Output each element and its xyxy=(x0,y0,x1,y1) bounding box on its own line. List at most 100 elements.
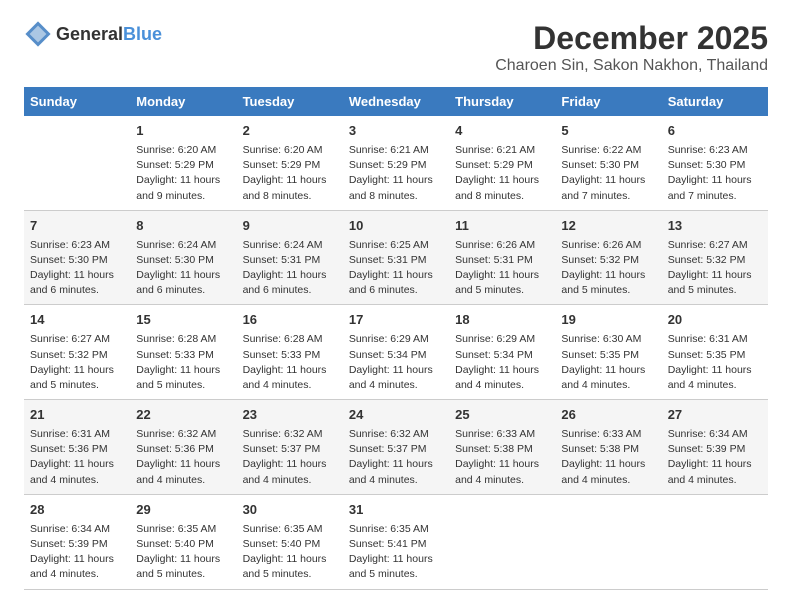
sub-title: Charoen Sin, Sakon Nakhon, Thailand xyxy=(495,57,768,75)
cell-text: Daylight: 11 hours and 4 minutes. xyxy=(455,363,549,393)
cell-text: Sunset: 5:30 PM xyxy=(668,158,762,173)
cell-2-1: 15Sunrise: 6:28 AMSunset: 5:33 PMDayligh… xyxy=(130,305,236,400)
logo-icon xyxy=(24,20,52,48)
header-row: SundayMondayTuesdayWednesdayThursdayFrid… xyxy=(24,87,768,116)
cell-text: Sunrise: 6:31 AM xyxy=(668,332,762,347)
cell-1-0: 7Sunrise: 6:23 AMSunset: 5:30 PMDaylight… xyxy=(24,210,130,305)
cell-text: Sunrise: 6:35 AM xyxy=(243,522,337,537)
cell-text: Daylight: 11 hours and 5 minutes. xyxy=(561,268,655,298)
cell-text: Sunset: 5:30 PM xyxy=(136,253,230,268)
day-number: 28 xyxy=(30,501,124,520)
cell-text: Sunset: 5:38 PM xyxy=(561,442,655,457)
cell-text: Sunset: 5:34 PM xyxy=(349,348,443,363)
cell-text: Sunrise: 6:32 AM xyxy=(349,427,443,442)
cell-1-3: 10Sunrise: 6:25 AMSunset: 5:31 PMDayligh… xyxy=(343,210,449,305)
cell-text: Sunrise: 6:24 AM xyxy=(243,238,337,253)
cell-text: Sunrise: 6:33 AM xyxy=(455,427,549,442)
cell-text: Sunrise: 6:24 AM xyxy=(136,238,230,253)
cell-text: Daylight: 11 hours and 5 minutes. xyxy=(136,363,230,393)
day-number: 24 xyxy=(349,406,443,425)
cell-text: Sunset: 5:36 PM xyxy=(30,442,124,457)
cell-4-5 xyxy=(555,494,661,589)
cell-text: Sunrise: 6:27 AM xyxy=(30,332,124,347)
calendar-table: SundayMondayTuesdayWednesdayThursdayFrid… xyxy=(24,87,768,590)
cell-text: Sunset: 5:40 PM xyxy=(243,537,337,552)
cell-3-5: 26Sunrise: 6:33 AMSunset: 5:38 PMDayligh… xyxy=(555,400,661,495)
day-number: 4 xyxy=(455,122,549,141)
cell-text: Daylight: 11 hours and 5 minutes. xyxy=(136,552,230,582)
cell-text: Sunrise: 6:20 AM xyxy=(136,143,230,158)
cell-text: Sunset: 5:40 PM xyxy=(136,537,230,552)
cell-text: Daylight: 11 hours and 4 minutes. xyxy=(455,457,549,487)
week-row-0: 1Sunrise: 6:20 AMSunset: 5:29 PMDaylight… xyxy=(24,116,768,210)
cell-text: Daylight: 11 hours and 4 minutes. xyxy=(561,457,655,487)
cell-3-3: 24Sunrise: 6:32 AMSunset: 5:37 PMDayligh… xyxy=(343,400,449,495)
week-row-3: 21 Sunrise: 6:31 AMSunset: 5:36 PM Dayligh… xyxy=(24,400,768,495)
day-number: 13 xyxy=(668,217,762,236)
cell-4-0: 28Sunrise: 6:34 AMSunset: 5:39 PMDayligh… xyxy=(24,494,130,589)
cell-text: Daylight: 11 hours and 4 minutes. xyxy=(349,363,443,393)
cell-0-2: 2Sunrise: 6:20 AMSunset: 5:29 PMDaylight… xyxy=(237,116,343,210)
cell-text: Daylight: 11 hours and 8 minutes. xyxy=(455,173,549,203)
cell-2-0: 14Sunrise: 6:27 AMSunset: 5:32 PMDayligh… xyxy=(24,305,130,400)
day-number: 7 xyxy=(30,217,124,236)
cell-text: Sunrise: 6:25 AM xyxy=(349,238,443,253)
day-number: 17 xyxy=(349,311,443,330)
cell-4-1: 29Sunrise: 6:35 AMSunset: 5:40 PMDayligh… xyxy=(130,494,236,589)
cell-text: Daylight: 11 hours and 4 minutes. xyxy=(668,457,762,487)
cell-0-0 xyxy=(24,116,130,210)
day-number: 18 xyxy=(455,311,549,330)
cell-text: Daylight: 11 hours and 4 minutes. xyxy=(243,457,337,487)
header-thursday: Thursday xyxy=(449,87,555,116)
cell-3-6: 27Sunrise: 6:34 AMSunset: 5:39 PMDayligh… xyxy=(662,400,768,495)
cell-text: Sunrise: 6:20 AM xyxy=(243,143,337,158)
cell-0-6: 6Sunrise: 6:23 AMSunset: 5:30 PMDaylight… xyxy=(662,116,768,210)
cell-4-4 xyxy=(449,494,555,589)
cell-0-1: 1Sunrise: 6:20 AMSunset: 5:29 PMDaylight… xyxy=(130,116,236,210)
cell-2-5: 19Sunrise: 6:30 AMSunset: 5:35 PMDayligh… xyxy=(555,305,661,400)
cell-text: Sunset: 5:30 PM xyxy=(561,158,655,173)
cell-text: Sunrise: 6:34 AM xyxy=(668,427,762,442)
header-saturday: Saturday xyxy=(662,87,768,116)
cell-4-6 xyxy=(662,494,768,589)
day-number: 25 xyxy=(455,406,549,425)
day-number: 11 xyxy=(455,217,549,236)
cell-text: Sunset: 5:29 PM xyxy=(349,158,443,173)
logo-general: GeneralBlue xyxy=(56,24,162,45)
cell-text: Sunset: 5:35 PM xyxy=(668,348,762,363)
day-number: 20 xyxy=(668,311,762,330)
cell-3-4: 25Sunrise: 6:33 AMSunset: 5:38 PMDayligh… xyxy=(449,400,555,495)
day-number: 31 xyxy=(349,501,443,520)
day-number: 9 xyxy=(243,217,337,236)
cell-text: Sunrise: 6:30 AM xyxy=(561,332,655,347)
header: GeneralBlue December 2025 Charoen Sin, S… xyxy=(24,20,768,75)
cell-2-4: 18Sunrise: 6:29 AMSunset: 5:34 PMDayligh… xyxy=(449,305,555,400)
cell-text: Daylight: 11 hours and 5 minutes. xyxy=(30,363,124,393)
cell-text: Sunrise: 6:22 AM xyxy=(561,143,655,158)
header-sunday: Sunday xyxy=(24,87,130,116)
day-number: 21 xyxy=(30,406,124,425)
week-row-4: 28Sunrise: 6:34 AMSunset: 5:39 PMDayligh… xyxy=(24,494,768,589)
cell-text: Sunrise: 6:31 AM xyxy=(30,427,124,442)
cell-text: Daylight: 11 hours and 4 minutes. xyxy=(136,457,230,487)
cell-1-1: 8Sunrise: 6:24 AMSunset: 5:30 PMDaylight… xyxy=(130,210,236,305)
cell-1-2: 9Sunrise: 6:24 AMSunset: 5:31 PMDaylight… xyxy=(237,210,343,305)
cell-text: Sunrise: 6:21 AM xyxy=(455,143,549,158)
header-tuesday: Tuesday xyxy=(237,87,343,116)
cell-text: Sunrise: 6:21 AM xyxy=(349,143,443,158)
cell-text: Daylight: 11 hours and 5 minutes. xyxy=(455,268,549,298)
cell-text: Sunset: 5:29 PM xyxy=(136,158,230,173)
day-number: 29 xyxy=(136,501,230,520)
cell-text: Sunset: 5:29 PM xyxy=(243,158,337,173)
day-number: 19 xyxy=(561,311,655,330)
cell-text: Sunset: 5:37 PM xyxy=(243,442,337,457)
cell-text: Daylight: 11 hours and 6 minutes. xyxy=(136,268,230,298)
cell-1-5: 12Sunrise: 6:26 AMSunset: 5:32 PMDayligh… xyxy=(555,210,661,305)
cell-text: Sunrise: 6:32 AM xyxy=(243,427,337,442)
cell-0-3: 3Sunrise: 6:21 AMSunset: 5:29 PMDaylight… xyxy=(343,116,449,210)
cell-1-6: 13Sunrise: 6:27 AMSunset: 5:32 PMDayligh… xyxy=(662,210,768,305)
cell-text: Daylight: 11 hours and 4 minutes. xyxy=(349,457,443,487)
cell-0-4: 4Sunrise: 6:21 AMSunset: 5:29 PMDaylight… xyxy=(449,116,555,210)
cell-text: Sunset: 5:31 PM xyxy=(455,253,549,268)
cell-text: Daylight: 11 hours and 8 minutes. xyxy=(349,173,443,203)
